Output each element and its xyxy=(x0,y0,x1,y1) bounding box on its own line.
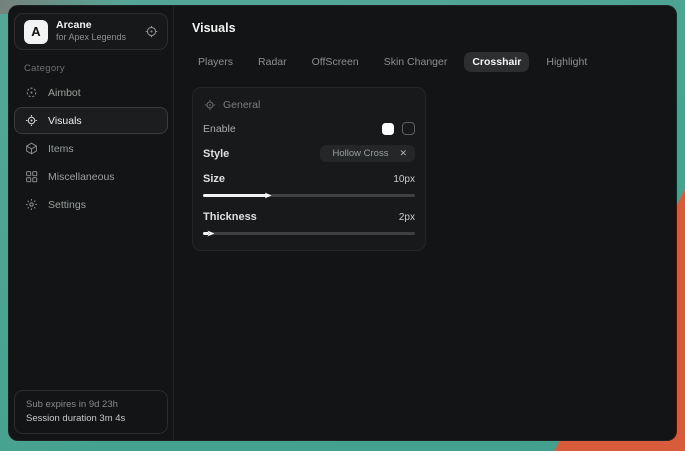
tab-skin-changer[interactable]: Skin Changer xyxy=(376,52,456,72)
style-label: Style xyxy=(203,148,229,160)
aimbot-icon xyxy=(25,86,38,99)
size-slider[interactable] xyxy=(203,194,415,197)
sidebar: A Arcane for Apex Legends Category xyxy=(9,6,174,440)
general-panel: General Enable Style Hollow Cross ✕ Size xyxy=(192,87,426,251)
enable-label: Enable xyxy=(203,123,236,135)
miscellaneous-icon xyxy=(25,170,38,183)
settings-icon xyxy=(25,198,38,211)
sidebar-item-label: Items xyxy=(48,143,74,155)
category-label: Category xyxy=(24,63,173,74)
thickness-slider-thumb[interactable] xyxy=(207,230,217,238)
page-title: Visuals xyxy=(192,21,660,35)
size-slider-thumb[interactable] xyxy=(265,192,275,200)
sidebar-item-label: Miscellaneous xyxy=(48,171,115,183)
style-select[interactable]: Hollow Cross ✕ xyxy=(320,145,415,162)
thickness-label: Thickness xyxy=(203,211,257,223)
style-value: Hollow Cross xyxy=(332,148,388,159)
target-icon[interactable] xyxy=(145,25,158,38)
thickness-value: 2px xyxy=(399,212,415,223)
size-label: Size xyxy=(203,173,225,185)
thickness-slider[interactable] xyxy=(203,232,415,235)
app-header: A Arcane for Apex Legends xyxy=(14,13,168,50)
sidebar-item-aimbot[interactable]: Aimbot xyxy=(14,79,168,106)
sidebar-nav: Aimbot Visuals Items xyxy=(9,79,173,218)
sidebar-item-label: Visuals xyxy=(48,115,82,127)
enable-row: Enable xyxy=(203,122,415,135)
session-duration-text: Session duration 3m 4s xyxy=(26,412,156,426)
style-row: Style Hollow Cross ✕ xyxy=(203,145,415,162)
sidebar-item-label: Settings xyxy=(48,199,86,211)
tab-highlight[interactable]: Highlight xyxy=(538,52,595,72)
sidebar-item-label: Aimbot xyxy=(48,87,81,99)
app-window: A Arcane for Apex Legends Category xyxy=(8,5,677,441)
crosshair-icon xyxy=(204,99,216,111)
size-control: Size 10px xyxy=(203,173,415,197)
panel-title: General xyxy=(223,99,260,111)
app-subtitle: for Apex Legends xyxy=(56,32,126,43)
sidebar-item-settings[interactable]: Settings xyxy=(14,191,168,218)
tab-players[interactable]: Players xyxy=(190,52,241,72)
sub-expires-text: Sub expires in 9d 23h xyxy=(26,398,156,412)
tab-radar[interactable]: Radar xyxy=(250,52,295,72)
enable-checkbox[interactable] xyxy=(402,122,415,135)
color-swatch[interactable] xyxy=(382,123,394,135)
tab-bar: Players Radar OffScreen Skin Changer Cro… xyxy=(190,52,660,72)
tab-crosshair[interactable]: Crosshair xyxy=(464,52,529,72)
subscription-info: Sub expires in 9d 23h Session duration 3… xyxy=(14,390,168,435)
tab-offscreen[interactable]: OffScreen xyxy=(304,52,367,72)
sidebar-item-items[interactable]: Items xyxy=(14,135,168,162)
app-logo-letter: A xyxy=(31,24,40,39)
thickness-control: Thickness 2px xyxy=(203,211,415,235)
app-logo: A xyxy=(24,20,48,44)
clear-icon[interactable]: ✕ xyxy=(399,148,407,159)
size-value: 10px xyxy=(393,174,415,185)
main-content: Visuals Players Radar OffScreen Skin Cha… xyxy=(174,6,676,440)
app-name: Arcane xyxy=(56,19,126,32)
visuals-icon xyxy=(25,114,38,127)
sidebar-item-miscellaneous[interactable]: Miscellaneous xyxy=(14,163,168,190)
items-icon xyxy=(25,142,38,155)
sidebar-item-visuals[interactable]: Visuals xyxy=(14,107,168,134)
